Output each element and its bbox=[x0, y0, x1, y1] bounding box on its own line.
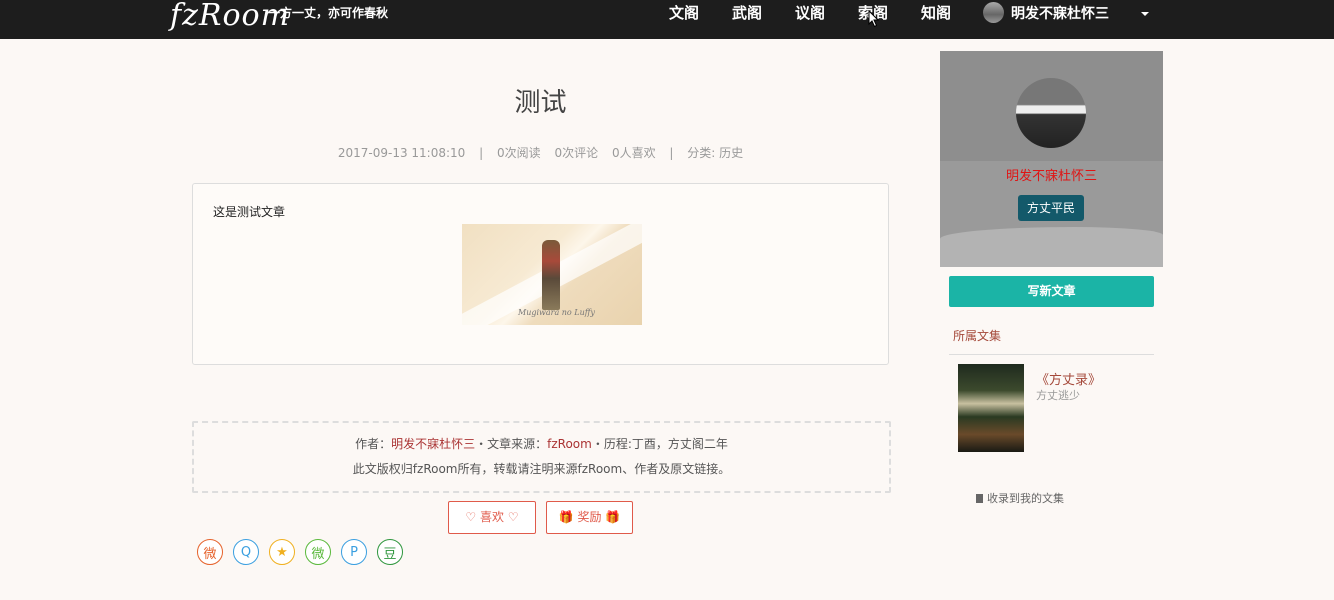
user-avatar[interactable] bbox=[983, 2, 1004, 23]
profile-background-wave bbox=[940, 227, 1163, 267]
site-slogan: 一方一丈，亦可作春秋 bbox=[268, 6, 389, 20]
dot-separator: ・ bbox=[591, 437, 604, 451]
copyright-line-author: 作者：明发不寐杜怀三・文章来源：fzRoom・历程:丁酉，方丈阁二年 bbox=[194, 435, 889, 452]
top-navbar: fzRoom 一方一丈，亦可作春秋 文阁 武阁 议阁 索阁 知阁 明发不寐杜怀三 bbox=[0, 0, 1334, 39]
weibo-icon[interactable]: 微 bbox=[197, 539, 223, 565]
qq-icon[interactable]: Q bbox=[233, 539, 259, 565]
meta-separator: | bbox=[479, 146, 484, 160]
nav-item-wen[interactable]: 文阁 bbox=[669, 2, 699, 23]
douban-icon[interactable]: 豆 bbox=[377, 539, 403, 565]
article-meta: 2017-09-13 11:08:10 | 0次阅读 0次评论 0人喜欢 | 分… bbox=[192, 144, 889, 161]
history-text: 历程:丁酉，方丈阁二年 bbox=[603, 437, 728, 451]
image-caption: Mugiwara no Luffy bbox=[518, 308, 595, 317]
author-profile-card: 明发不寐杜怀三 方丈平民 bbox=[940, 51, 1163, 267]
author-label: 作者： bbox=[355, 437, 392, 451]
article-image: Mugiwara no Luffy bbox=[462, 224, 642, 325]
nav-item-zhi[interactable]: 知阁 bbox=[921, 2, 951, 23]
book-icon bbox=[976, 494, 983, 503]
copyright-notice: 作者：明发不寐杜怀三・文章来源：fzRoom・历程:丁酉，方丈阁二年 此文版权归… bbox=[192, 421, 891, 493]
article-comments: 0次评论 bbox=[554, 146, 599, 160]
author-rank-badge: 方丈平民 bbox=[1018, 195, 1084, 221]
write-article-button[interactable]: 写新文章 bbox=[949, 276, 1154, 307]
meta-separator: | bbox=[669, 146, 674, 160]
dot-separator: ・ bbox=[475, 437, 488, 451]
author-name[interactable]: 明发不寐杜怀三 bbox=[940, 165, 1163, 184]
author-link[interactable]: 明发不寐杜怀三 bbox=[391, 437, 475, 451]
divider bbox=[949, 354, 1154, 355]
author-avatar[interactable] bbox=[1016, 78, 1086, 148]
article-body-text: 这是测试文章 bbox=[213, 205, 286, 219]
article-date: 2017-09-13 11:08:10 bbox=[337, 146, 466, 160]
qzone-icon[interactable]: ★ bbox=[269, 539, 295, 565]
collection-title[interactable]: 《方丈录》 bbox=[1036, 369, 1101, 388]
image-figure bbox=[542, 240, 560, 310]
nav-item-wu[interactable]: 武阁 bbox=[732, 2, 762, 23]
collection-heading: 所属文集 bbox=[953, 329, 1002, 343]
source-label: 文章来源： bbox=[487, 437, 548, 451]
collection-subtitle: 方丈逃少 bbox=[1036, 389, 1080, 402]
collection-cover[interactable] bbox=[958, 364, 1024, 452]
wechat-icon[interactable]: 微 bbox=[305, 539, 331, 565]
user-menu-name[interactable]: 明发不寐杜怀三 bbox=[1011, 3, 1109, 23]
chevron-down-icon[interactable] bbox=[1141, 12, 1149, 16]
like-button[interactable]: ♡ 喜欢 ♡ bbox=[448, 501, 536, 534]
article-likes: 0人喜欢 bbox=[611, 146, 656, 160]
article-content: 这是测试文章 Mugiwara no Luffy bbox=[192, 183, 889, 365]
article-category[interactable]: 分类: 历史 bbox=[687, 146, 743, 160]
tencent-weibo-icon[interactable]: P bbox=[341, 539, 367, 565]
reward-button[interactable]: 🎁 奖励 🎁 bbox=[546, 501, 633, 534]
nav-item-yi[interactable]: 议阁 bbox=[795, 2, 825, 23]
copyright-line-notice: 此文版权归fzRoom所有，转载请注明来源fzRoom、作者及原文链接。 bbox=[352, 462, 731, 476]
add-to-collection-label: 收录到我的文集 bbox=[987, 492, 1064, 505]
source-link[interactable]: fzRoom bbox=[547, 437, 592, 451]
mouse-cursor-icon bbox=[868, 10, 880, 28]
add-to-collection-link[interactable]: 收录到我的文集 bbox=[976, 490, 1064, 506]
article-reads: 0次阅读 bbox=[497, 146, 541, 160]
article-title: 测试 bbox=[514, 88, 567, 118]
